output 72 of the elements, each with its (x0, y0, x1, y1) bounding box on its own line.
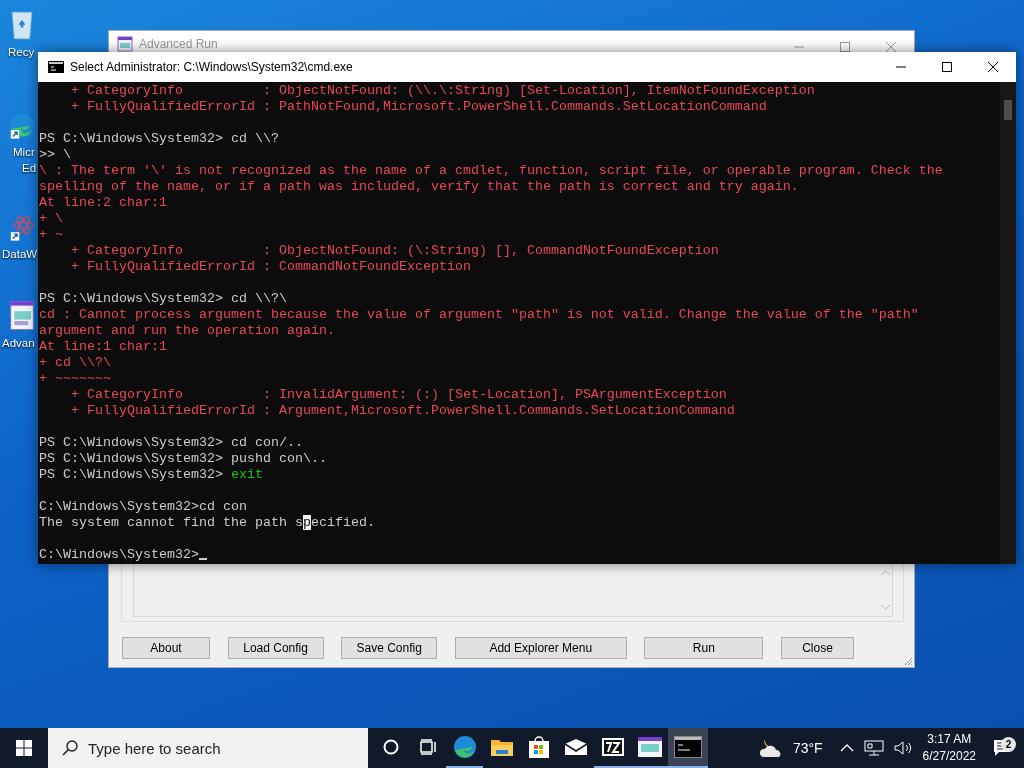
error-line: + CategoryInfo : ObjectNotFound: (\:String) [], CommandNotFoundException (70, 243, 719, 258)
error-line: + cd \\?\ (39, 355, 111, 370)
desktop-icon-label: Ed (22, 161, 37, 176)
maximize-icon (840, 42, 850, 52)
scrollbar[interactable] (1000, 82, 1016, 564)
console-icon (674, 736, 702, 758)
windows-logo-icon (16, 740, 32, 756)
terminal-line: PS C:\Windows\System32> cd con/.. (39, 435, 303, 450)
dialog-button[interactable]: Save Config (341, 637, 438, 659)
maximize-icon (942, 62, 952, 72)
circle-icon (382, 739, 399, 755)
close-icon (988, 62, 998, 72)
notification-badge: 2 (1001, 737, 1016, 752)
chevron-up-icon[interactable] (839, 744, 854, 752)
error-line: + ~~~~~~~ (39, 371, 111, 386)
speaker-icon[interactable] (893, 740, 914, 756)
archive-icon (600, 737, 625, 757)
scroll-thumb[interactable] (1004, 100, 1012, 120)
terminal-line: ecified. (310, 515, 375, 530)
window-title: Advanced Run (139, 37, 219, 51)
window-title: Select Administrator: C:\Windows\System32\cmd.exe (70, 60, 354, 74)
terminal-line: PS C:\Windows\System32> cd \\?\ (39, 291, 287, 306)
terminal-line: C:\Windows\System32> (39, 547, 199, 562)
error-line: + ~ (39, 227, 63, 242)
search-field[interactable]: Type here to search (48, 728, 368, 768)
error-line: At line:1 char:1 (39, 339, 167, 354)
shopping-bag-icon (527, 735, 550, 759)
terminal-line: PS C:\Windows\System32> cd \\? (39, 131, 279, 146)
taskbar-button[interactable] (668, 728, 708, 768)
dialog-button[interactable]: Add Explorer Menu (454, 637, 627, 659)
error-line: + FullyQualifiedErrorId : CommandNotFoundException (70, 259, 471, 274)
close-icon (886, 42, 896, 52)
error-line: + FullyQualifiedErrorId : PathNotFound,Microsoft.PowerShell.Commands.SetLocationCommand (70, 99, 767, 114)
terminal-line: The system cannot find the path s (39, 515, 303, 530)
search-icon (62, 740, 78, 756)
terminal-line: >> \ (39, 147, 71, 162)
error-line: + FullyQualifiedErrorId : Argument,Microsoft.PowerShell.Commands.SetLocationCommand (70, 403, 735, 418)
command-keyword: exit (230, 467, 263, 482)
terminal-line: PS C:\Windows\System32> (39, 467, 224, 482)
error-line: \ : The term '\' is not recognized as the name of a cmdlet, function, script file, or operable program. Check the (39, 163, 943, 178)
selected-character: p (302, 515, 311, 530)
folder-icon (489, 737, 514, 757)
error-line: At line:2 char:1 (39, 195, 167, 210)
error-line: + \ (39, 211, 63, 226)
error-line: argument and run the operation again. (39, 323, 335, 338)
dialog-button[interactable]: Load Config (227, 637, 324, 659)
network-icon[interactable] (863, 740, 884, 756)
terminal-line: C:\Windows\System32>cd con (39, 499, 247, 514)
app-window-icon (636, 736, 663, 758)
dialog-button[interactable]: Run (644, 637, 764, 659)
dialog-button[interactable]: About (122, 637, 210, 659)
resize-grip-icon[interactable] (903, 656, 913, 666)
desktop-edge-icon[interactable] (8, 112, 36, 140)
desktop-icon-label: Advan (2, 335, 35, 351)
clock[interactable]: 3:17 AM 6/27/2022 (922, 731, 976, 765)
dialog-button[interactable]: Close (780, 637, 854, 659)
edge-icon (452, 735, 477, 759)
desktop-atom-icon[interactable] (8, 214, 36, 242)
error-line: + CategoryInfo : ObjectNotFound: (\\.\:String) [Set-Location], ItemNotFoundException (70, 83, 815, 98)
temperature-label[interactable]: 73°F (792, 740, 823, 756)
notifications-button[interactable]: 2 (984, 739, 1020, 757)
desktop-icon-label: Micr (13, 145, 35, 160)
error-line: cd : Cannot process argument because the value of argument "path" is not valid. Change the value of the "path" (39, 307, 919, 322)
desktop-icon-label: DataW (2, 247, 38, 262)
console-icon (48, 61, 64, 73)
task-view-icon (418, 739, 437, 755)
error-line: + CategoryInfo : InvalidArgument: (:) [Set-Location], PSArgumentException (70, 387, 727, 402)
envelope-icon (563, 738, 588, 756)
terminal-line: PS C:\Windows\System32> pushd con\.. (39, 451, 327, 466)
error-line: spelling of the name, or if a path was included, verify that the path is correct and try again. (39, 179, 799, 194)
desktop-icon-label: Recy (8, 45, 35, 61)
desktop-app-window-icon[interactable] (8, 300, 36, 331)
